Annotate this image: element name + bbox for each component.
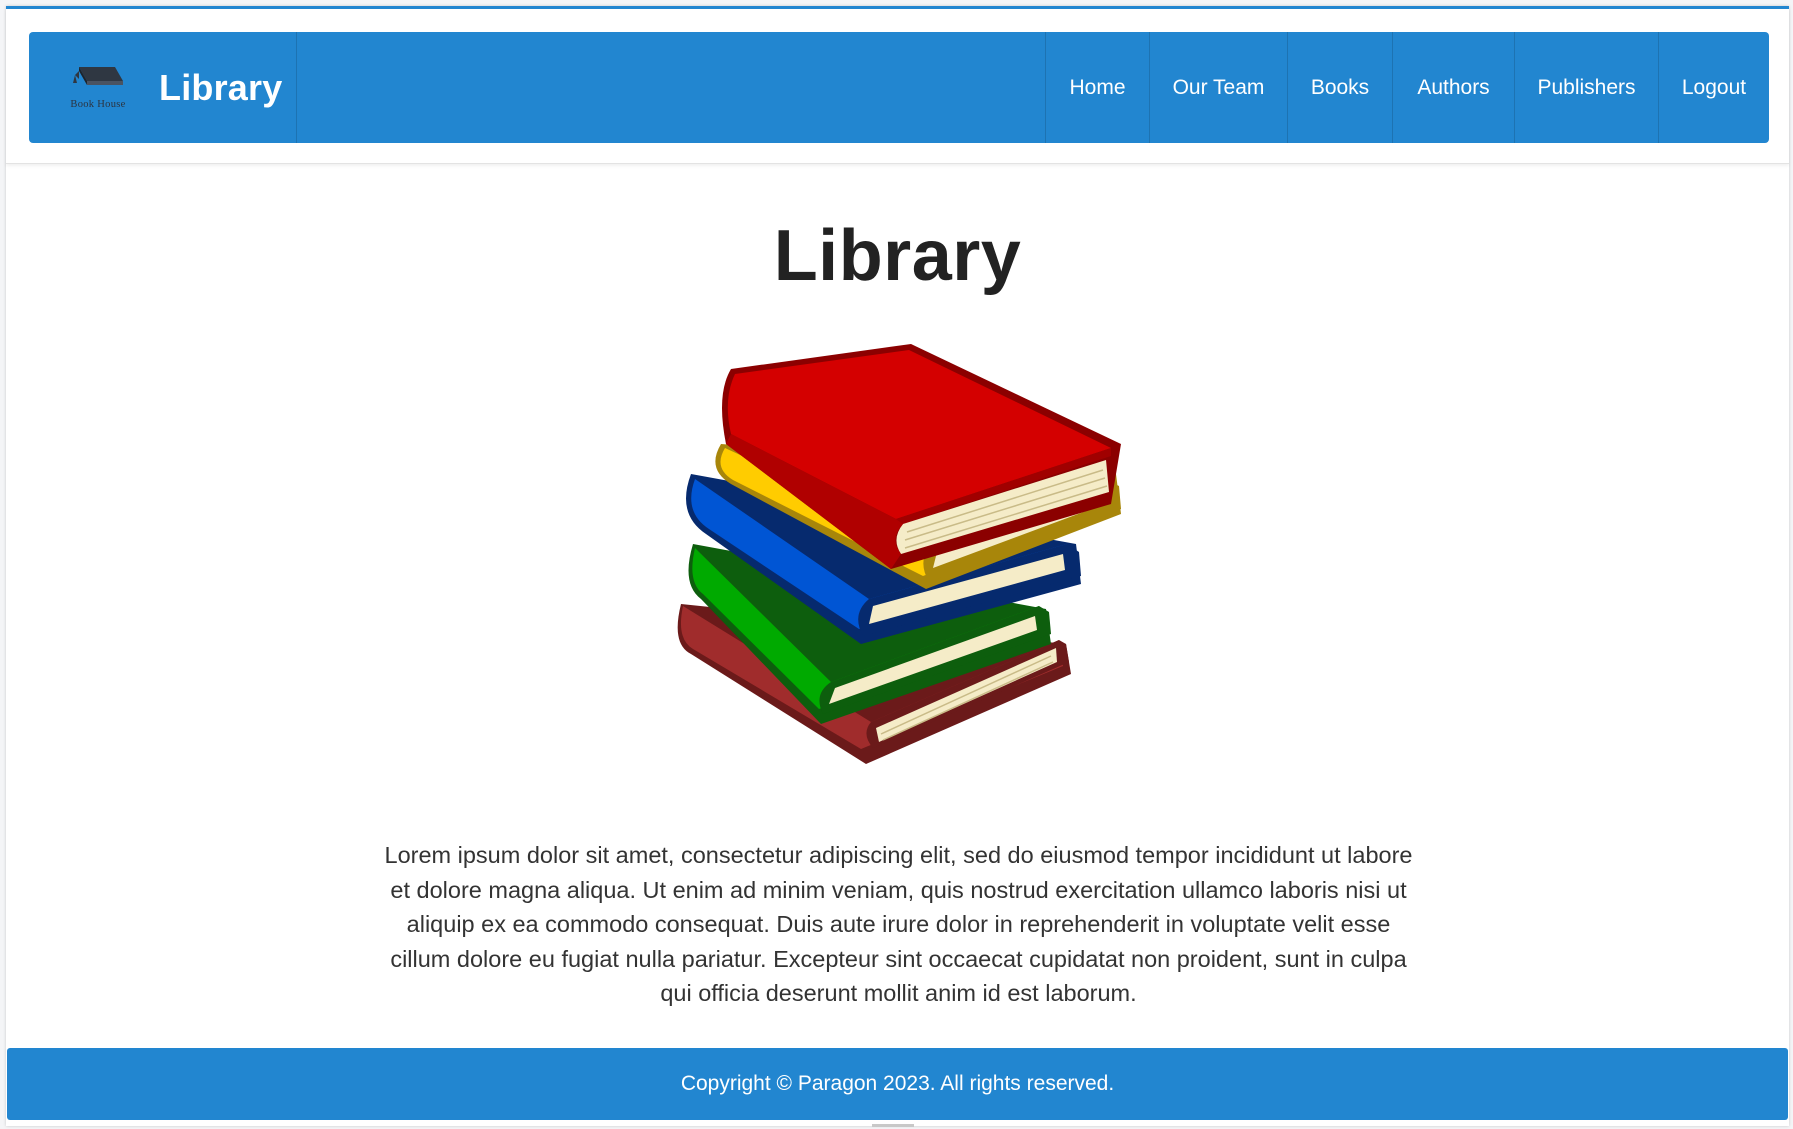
nav-item-books[interactable]: Books [1287, 32, 1392, 143]
page: Book House Library Home Our Team Books A… [6, 6, 1789, 1126]
nav-item-authors[interactable]: Authors [1392, 32, 1514, 143]
nav-item-logout[interactable]: Logout [1658, 32, 1769, 143]
header: Book House Library Home Our Team Books A… [6, 9, 1789, 164]
navbar: Book House Library Home Our Team Books A… [29, 32, 1769, 143]
brand-logo: Book House [61, 63, 135, 113]
nav-item-home[interactable]: Home [1045, 32, 1149, 143]
page-description: Lorem ipsum dolor sit amet, consectetur … [384, 842, 1413, 1006]
scroll-grip[interactable] [872, 1124, 914, 1127]
footer: Copyright © Paragon 2023. All rights res… [7, 1048, 1788, 1120]
book-stack-icon [677, 344, 1121, 764]
book-stack-image [671, 344, 1136, 799]
brand-logo-text: Book House [70, 98, 126, 110]
page-title: Library [773, 216, 1022, 296]
nav-item-our-team[interactable]: Our Team [1149, 32, 1287, 143]
nav-item-publishers[interactable]: Publishers [1514, 32, 1658, 143]
brand[interactable]: Book House Library [29, 32, 297, 143]
footer-copyright: Copyright © Paragon 2023. All rights res… [680, 1072, 1115, 1095]
book-icon [73, 66, 123, 85]
brand-title: Library [159, 66, 283, 108]
